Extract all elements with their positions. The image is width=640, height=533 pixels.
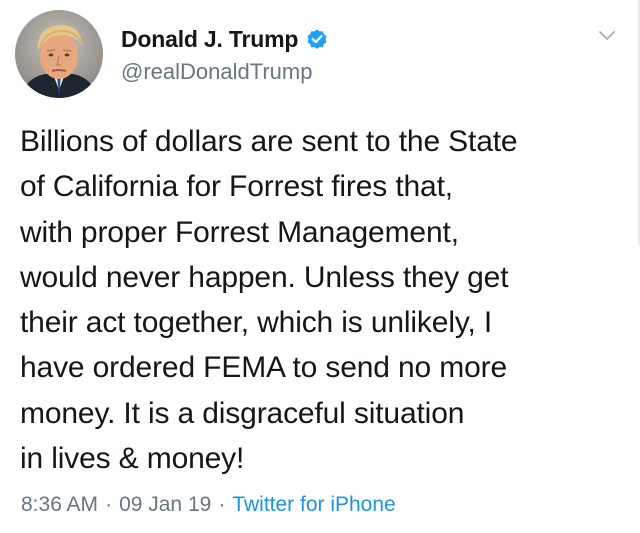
tweet-text-line: their act together, which is unlikely, I (20, 306, 493, 340)
tweet-text-line: in lives & money! (20, 442, 245, 476)
tweet-text-line: with proper Forrest Management, (20, 215, 459, 249)
separator-dot: · (218, 493, 226, 516)
chevron-down-icon[interactable] (596, 28, 618, 44)
display-name[interactable]: Donald J. Trump (121, 26, 298, 53)
tweet-metadata: 8:36 AM · 09 Jan 19 · Twitter for iPhone (21, 493, 396, 517)
tweet-text-line: have ordered FEMA to send no more (20, 351, 507, 385)
tweet-text-line: money. It is a disgraceful situation (20, 396, 465, 430)
tweet-text-line: of California for Forrest fires that, (20, 170, 453, 204)
avatar[interactable] (15, 10, 103, 98)
source-link[interactable]: Twitter for iPhone (232, 493, 395, 516)
verified-badge-icon (305, 27, 329, 51)
tweet-text-line: would never happen. Unless they get (20, 260, 509, 294)
avatar-image (15, 10, 103, 98)
tweet-time[interactable]: 8:36 AM (21, 493, 98, 516)
tweet-text: Billions of dollars are sent to the Stat… (20, 119, 632, 481)
username-handle[interactable]: @realDonaldTrump (121, 59, 312, 85)
tweet-card: Donald J. Trump @realDonaldTrump Billion… (0, 0, 640, 533)
tweet-date[interactable]: 09 Jan 19 (119, 493, 211, 516)
author-name-row[interactable]: Donald J. Trump (121, 24, 329, 54)
tweet-text-line: Billions of dollars are sent to the Stat… (20, 125, 518, 158)
separator-dot: · (105, 493, 113, 516)
